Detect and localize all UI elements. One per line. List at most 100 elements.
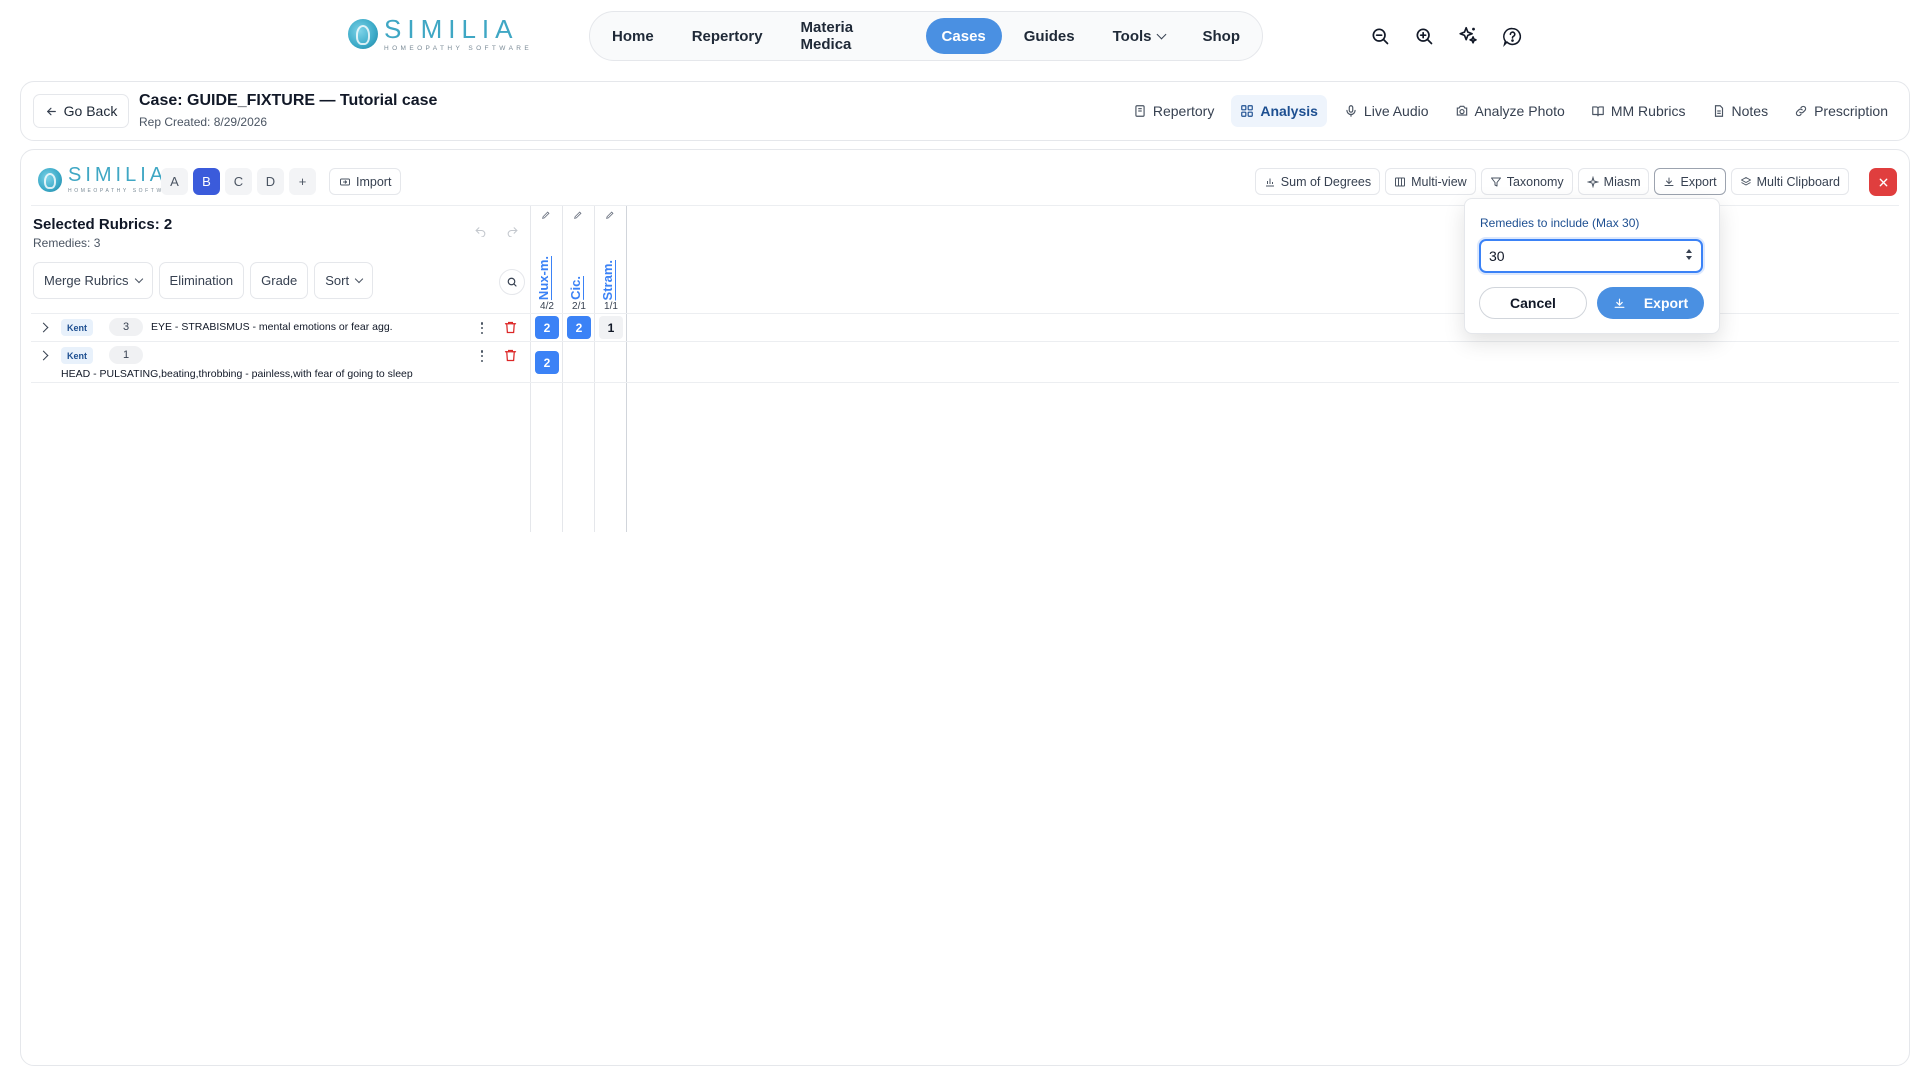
row-divider <box>31 382 1899 383</box>
number-stepper[interactable] <box>1686 249 1692 260</box>
remedy-column-cic: Cic. 2/1 <box>563 206 595 312</box>
tab-prescription[interactable]: Prescription <box>1785 95 1897 127</box>
bar-chart-icon <box>1265 178 1274 186</box>
brand-tagline: HOMEOPATHY SOFTWARE <box>384 45 533 52</box>
remedy-ratio: 1/1 <box>604 301 618 312</box>
trash-icon[interactable] <box>503 348 518 363</box>
close-analysis-button[interactable] <box>1869 168 1897 196</box>
remedy-name[interactable]: Nux-m. <box>536 256 551 300</box>
remedy-column-stram: Stram. 1/1 <box>595 206 627 312</box>
redo-button[interactable] <box>501 219 523 241</box>
close-icon <box>1879 178 1887 186</box>
tab-repertory[interactable]: Repertory <box>1124 95 1223 127</box>
rep-tab-b[interactable]: B <box>193 168 220 195</box>
remedies-count-field[interactable] <box>1479 239 1703 273</box>
multi-view-button[interactable]: Multi-view <box>1385 168 1476 195</box>
mic-icon <box>1346 105 1356 117</box>
rubric-search-button[interactable] <box>499 269 525 295</box>
camera-icon <box>1456 105 1467 116</box>
export-button[interactable]: Export <box>1654 168 1726 195</box>
grade-button[interactable]: Grade <box>250 262 309 299</box>
tab-live-audio[interactable]: Live Audio <box>1335 95 1438 127</box>
score-cell[interactable]: 2 <box>567 316 591 339</box>
cancel-button[interactable]: Cancel <box>1479 287 1587 319</box>
tab-mm-rubrics[interactable]: MM Rubrics <box>1582 95 1695 127</box>
source-badge: Kent <box>61 347 93 364</box>
repertorization-tabs: A B C D + <box>161 168 316 195</box>
go-back-label: Go Back <box>63 103 118 119</box>
nav-shop[interactable]: Shop <box>1187 18 1257 54</box>
remedies-to-include-label: Remedies to include (Max 30) <box>1480 216 1640 230</box>
sum-of-degrees-button[interactable]: Sum of Degrees <box>1254 168 1381 195</box>
pencil-icon[interactable] <box>573 210 583 220</box>
rubric-text: HEAD - PULSATING,beating,throbbing - pai… <box>61 368 413 380</box>
undo-icon <box>474 226 485 237</box>
elimination-button[interactable]: Elimination <box>158 262 245 299</box>
nav-tools-label: Tools <box>1112 27 1152 45</box>
remedy-name[interactable]: Stram. <box>600 260 615 300</box>
nav-tools[interactable]: Tools <box>1097 18 1181 54</box>
zoom-out-icon[interactable] <box>1368 24 1392 48</box>
columns-icon <box>1395 177 1406 186</box>
grade-badge: 1 <box>109 346 143 364</box>
link-icon <box>1795 105 1807 117</box>
case-title: Case: GUIDE_FIXTURE — Tutorial case <box>139 92 438 109</box>
nav-home[interactable]: Home <box>596 18 670 54</box>
rep-tab-d[interactable]: D <box>257 168 284 195</box>
chevron-right-icon[interactable] <box>38 322 49 333</box>
download-icon <box>1664 177 1674 186</box>
export-confirm-button[interactable]: Export <box>1597 287 1704 319</box>
import-icon <box>340 178 350 185</box>
tab-analyze-photo[interactable]: Analyze Photo <box>1446 95 1574 127</box>
merge-rubrics-button[interactable]: Merge Rubrics <box>33 262 153 299</box>
similia-logo[interactable]: SIMILIA HOMEOPATHY SOFTWARE <box>348 16 532 52</box>
arrow-left-icon <box>46 107 56 115</box>
chevron-right-icon[interactable] <box>38 350 49 361</box>
import-button[interactable]: Import <box>329 168 402 195</box>
tab-notes[interactable]: Notes <box>1703 95 1778 127</box>
rubric-row[interactable]: Kent 1 HEAD - PULSATING,beating,throbbin… <box>31 342 551 382</box>
go-back-button[interactable]: Go Back <box>33 94 129 128</box>
undo-button[interactable] <box>469 219 491 241</box>
more-options-icon[interactable] <box>475 320 489 336</box>
trash-icon[interactable] <box>503 320 518 335</box>
score-cell[interactable]: 2 <box>535 316 559 339</box>
nav-materia-medica[interactable]: Materia Medica <box>785 18 920 54</box>
brand-name: SIMILIA <box>384 14 519 44</box>
logo-mark-icon <box>38 167 62 192</box>
score-cell[interactable]: 1 <box>599 316 623 339</box>
rubric-row[interactable]: Kent 3 EYE - STRABISMUS - mental emotion… <box>31 314 551 341</box>
grade-badge: 3 <box>109 318 143 336</box>
rep-tab-c[interactable]: C <box>225 168 252 195</box>
sparkles-icon[interactable] <box>1456 24 1480 48</box>
tab-analysis[interactable]: Analysis <box>1231 95 1327 127</box>
remedy-name[interactable]: Cic. <box>568 276 583 300</box>
sort-button[interactable]: Sort <box>314 262 374 299</box>
nav-repertory[interactable]: Repertory <box>676 18 779 54</box>
multi-clipboard-button[interactable]: Multi Clipboard <box>1730 168 1849 195</box>
help-icon[interactable] <box>1500 24 1524 48</box>
download-icon <box>1614 298 1625 308</box>
nav-guides[interactable]: Guides <box>1008 18 1091 54</box>
add-tab-button[interactable]: + <box>289 168 316 195</box>
remedy-ratio: 4/2 <box>540 301 554 312</box>
search-icon <box>507 277 517 287</box>
rep-tab-a[interactable]: A <box>161 168 188 195</box>
pencil-icon[interactable] <box>605 210 615 220</box>
remedies-count-input[interactable] <box>1489 248 1659 264</box>
miasm-button[interactable]: Miasm <box>1577 168 1650 195</box>
rubric-filters: Merge Rubrics Elimination Grade Sort <box>33 262 374 299</box>
logo-mark-icon <box>348 19 378 49</box>
case-header: Go Back Case: GUIDE_FIXTURE — Tutorial c… <box>20 81 1910 141</box>
pencil-icon[interactable] <box>541 210 551 220</box>
taxonomy-button[interactable]: Taxonomy <box>1480 168 1573 195</box>
zoom-in-icon[interactable] <box>1412 24 1436 48</box>
chevron-down-icon <box>1156 29 1166 39</box>
remedy-column-nux-m: Nux-m. 4/2 <box>531 206 563 312</box>
case-tabs: Repertory Analysis Live Audio Analyze Ph… <box>1124 95 1897 127</box>
remedies-count: Remedies: 3 <box>33 236 101 250</box>
nav-cases[interactable]: Cases <box>925 18 1002 54</box>
score-cell[interactable]: 2 <box>535 351 559 374</box>
more-options-icon[interactable] <box>475 348 489 364</box>
layers-icon <box>1740 176 1751 185</box>
